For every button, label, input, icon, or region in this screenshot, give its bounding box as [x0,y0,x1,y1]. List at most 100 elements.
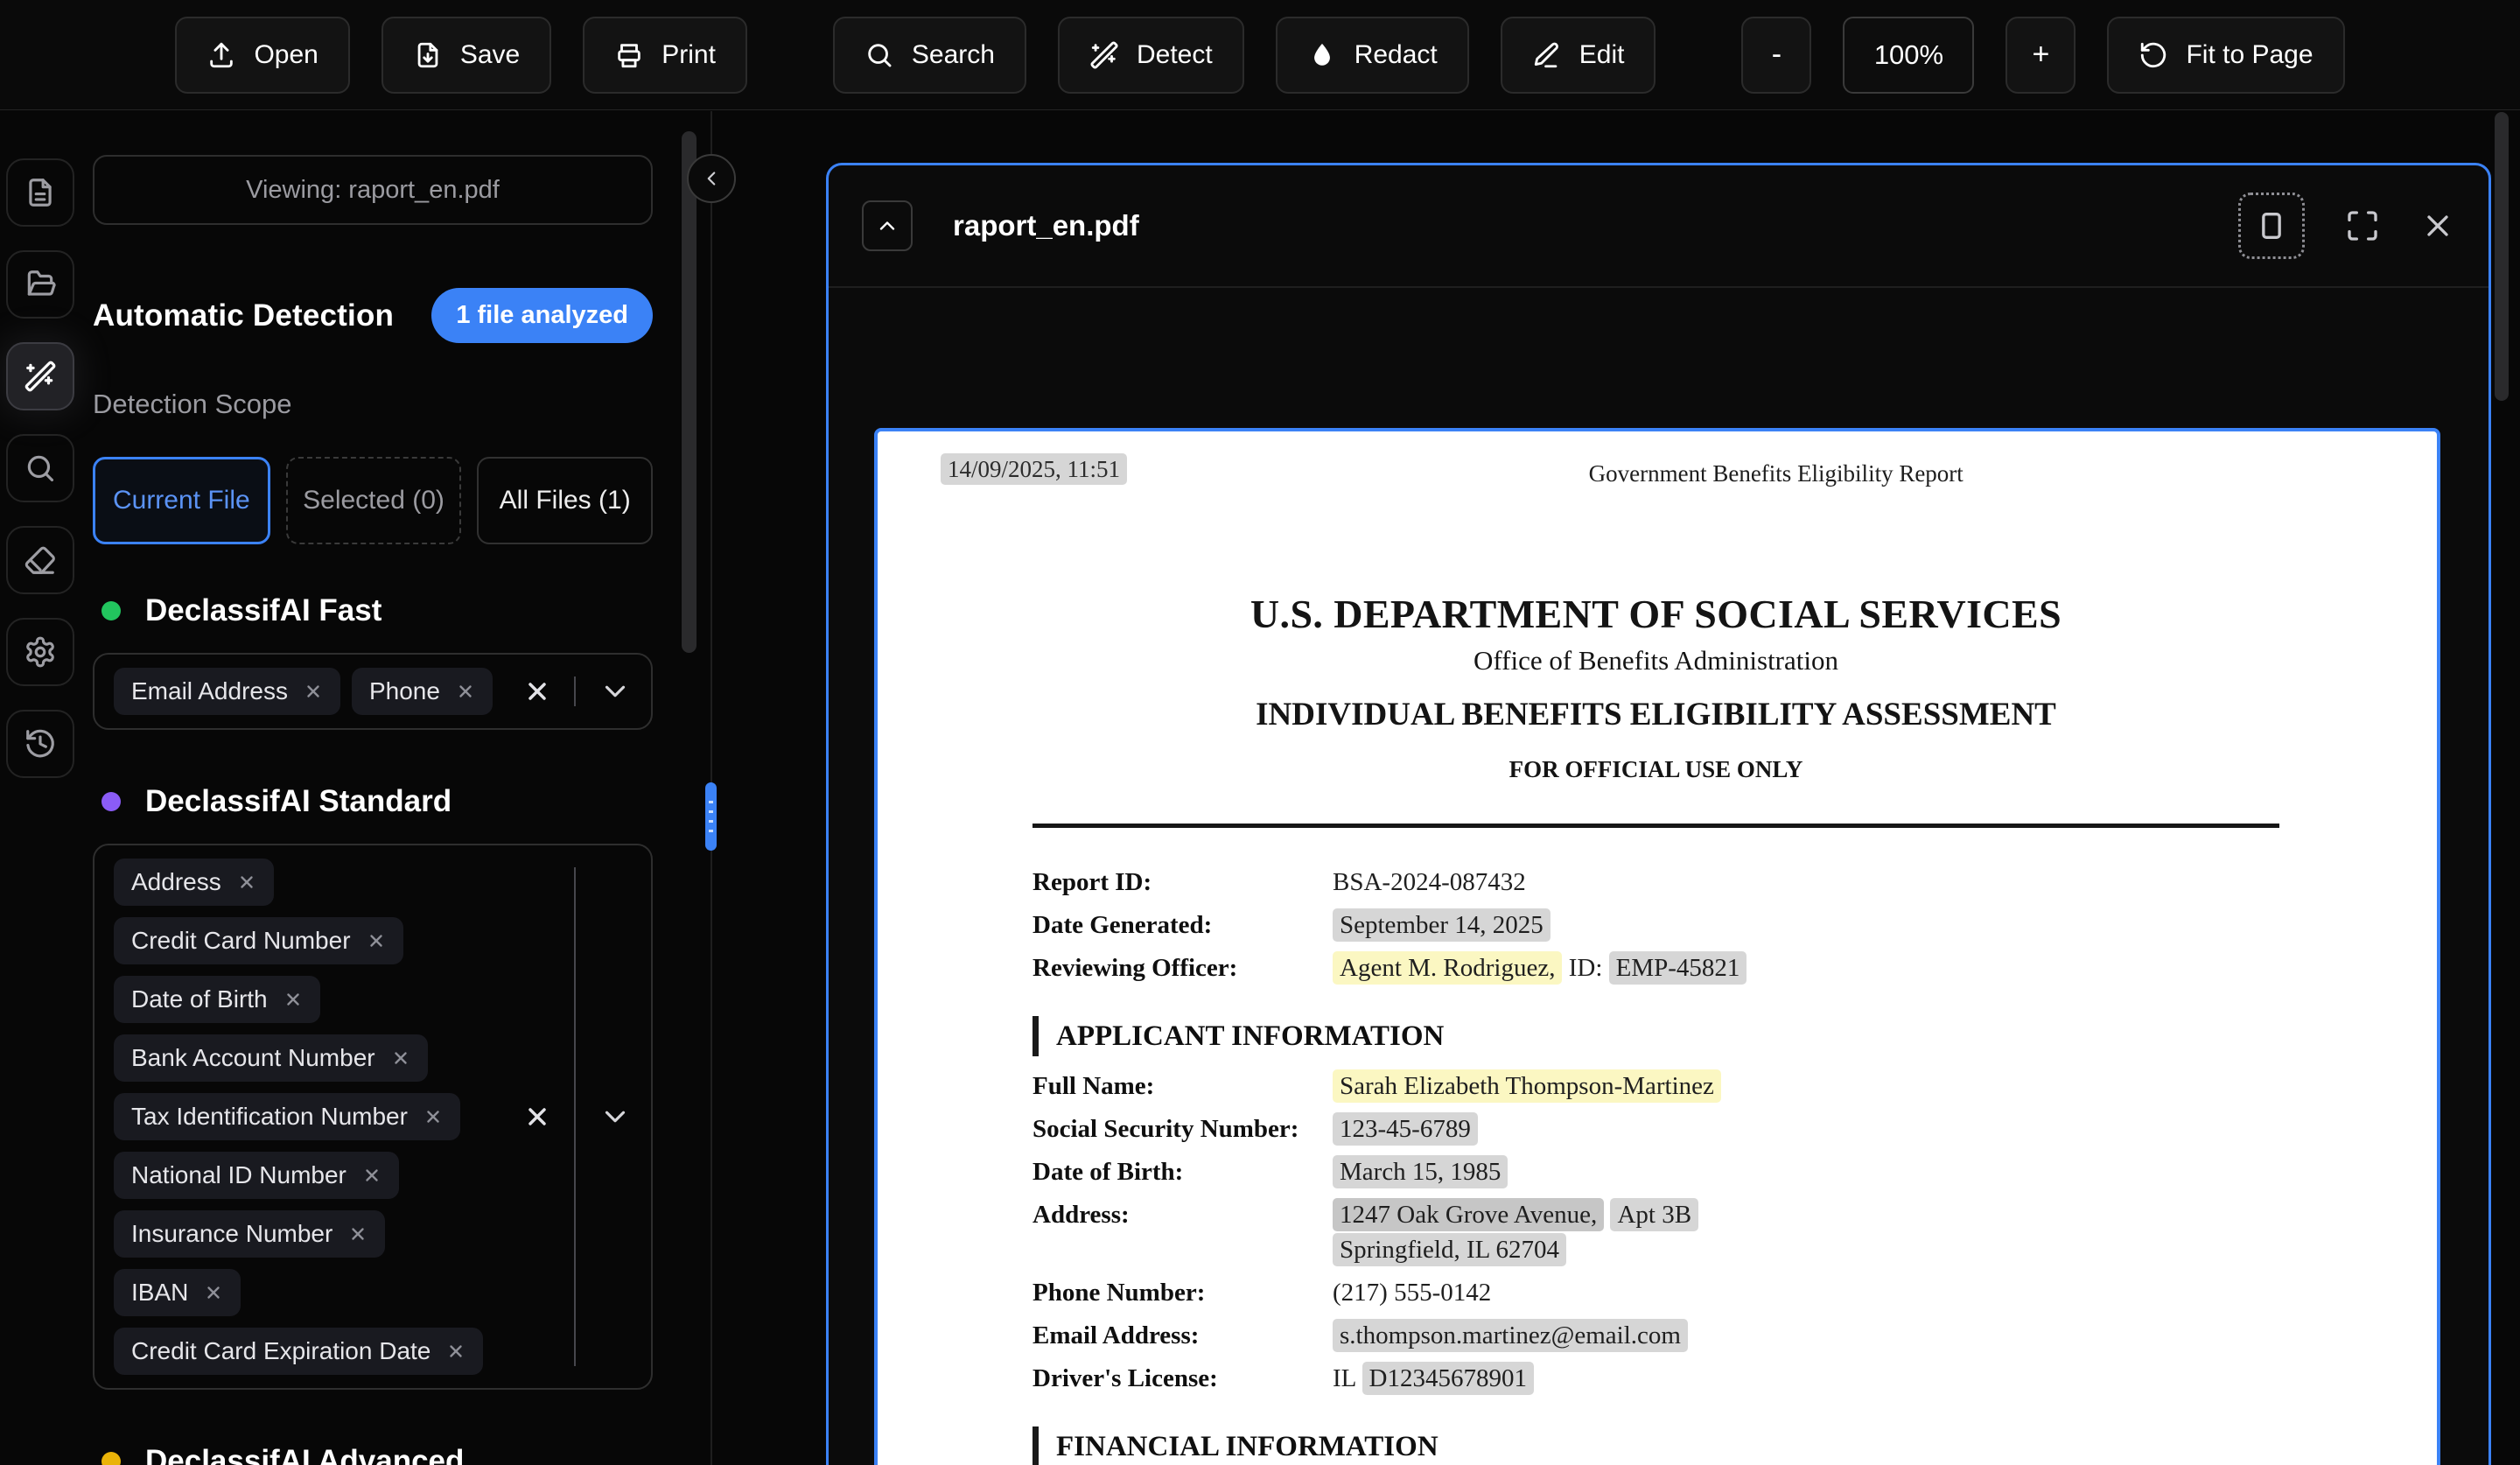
remove-tag-icon[interactable] [362,1166,382,1185]
detection-tag: Tax Identification Number [114,1093,460,1140]
detection-tag: Credit Card Number [114,917,403,964]
remove-tag-icon[interactable] [304,682,323,701]
model-header: DeclassifAI Standard [93,784,653,819]
tag-label: Credit Card Number [131,927,351,955]
zoom-out-label: - [1772,38,1782,72]
search-button[interactable]: Search [833,17,1026,94]
document-field-row: Full Name:Sarah Elizabeth Thompson-Marti… [1032,1069,2279,1104]
model-status-dot [102,601,121,620]
close-window-button[interactable] [2420,208,2455,243]
detection-tag: IBAN [114,1269,241,1316]
detection-panel: Viewing: raport_en.pdf Automatic Detecti… [80,111,704,1465]
save-button[interactable]: Save [382,17,551,94]
clear-all-tags-button[interactable] [523,677,551,705]
field-value-line: 1247 Oak Grove Avenue, Apt 3B [1333,1197,2279,1232]
applicant-rows: Full Name:Sarah Elizabeth Thompson-Marti… [1032,1069,2279,1396]
text-segment: BSA-2024-087432 [1333,868,1526,896]
model-status-dot [102,792,121,811]
detected-entity[interactable]: March 15, 1985 [1333,1155,1508,1188]
document-body: U.S. DEPARTMENT OF SOCIAL SERVICES Offic… [878,591,2437,1465]
close-icon [523,1103,551,1131]
zoom-out-button[interactable]: - [1741,17,1811,94]
close-icon [2420,208,2455,243]
pencil-icon [1532,40,1562,70]
detected-entity[interactable]: 123-45-6789 [1333,1112,1478,1146]
tag-controls [516,859,632,1375]
detection-tag: Bank Account Number [114,1034,428,1082]
detected-entity[interactable]: 14/09/2025, 11:51 [941,453,1127,485]
section-bar [1032,1426,1039,1465]
print-title: Government Benefits Eligibility Report [1589,460,1964,487]
rail-history-button[interactable] [6,710,74,778]
remove-tag-icon[interactable] [424,1107,443,1126]
remove-tag-icon[interactable] [367,931,386,950]
redact-button[interactable]: Redact [1276,17,1469,94]
panel-scrollbar-thumb[interactable] [682,131,696,653]
rail-detect-button[interactable] [6,342,74,410]
save-label: Save [460,40,520,70]
detected-entity[interactable]: 1247 Oak Grove Avenue, [1333,1198,1604,1231]
field-value-line: 123-45-6789 [1333,1111,2279,1146]
controls-divider [574,867,576,1366]
detection-tag: Credit Card Expiration Date [114,1328,483,1375]
rail-search-button[interactable] [6,434,74,502]
remove-tag-icon[interactable] [456,682,475,701]
detected-entity[interactable]: September 14, 2025 [1333,908,1550,942]
detected-entity[interactable]: Apt 3B [1610,1198,1698,1231]
ink-droplet-icon [1307,40,1337,70]
field-label: Report ID: [1032,865,1333,900]
chevron-down-icon [598,1100,632,1133]
tag-label: Phone [369,677,440,705]
close-icon [523,677,551,705]
rail-settings-button[interactable] [6,618,74,686]
fullscreen-button[interactable] [2345,208,2380,243]
field-value: s.thompson.martinez@email.com [1333,1318,2279,1353]
print-button[interactable]: Print [583,17,747,94]
detected-entity[interactable]: Sarah Elizabeth Thompson-Martinez [1333,1069,1721,1103]
official-use-label: FOR OFFICIAL USE ONLY [1032,756,2279,783]
rail-documents-button[interactable] [6,158,74,227]
main-scrollbar-thumb[interactable] [2495,112,2509,401]
field-value: Agent M. Rodriguez, ID: EMP-45821 [1333,950,2279,985]
remove-tag-icon[interactable] [237,873,256,892]
detected-entity[interactable]: D12345678901 [1362,1362,1534,1395]
document-field-row: Driver's License:IL D12345678901 [1032,1361,2279,1396]
tag-label: Email Address [131,677,288,705]
tab-all-files[interactable]: All Files (1) [477,457,653,544]
collapse-panel-button[interactable] [687,154,736,203]
rail-eraser-button[interactable] [6,526,74,594]
printer-icon [614,40,644,70]
detected-entity[interactable]: EMP-45821 [1609,951,1747,985]
rail-open-folder-button[interactable] [6,250,74,319]
edit-button[interactable]: Edit [1501,17,1656,94]
detected-entity[interactable]: Springfield, IL 62704 [1333,1233,1566,1266]
expand-tags-button[interactable] [598,675,632,708]
open-button[interactable]: Open [175,17,349,94]
pdf-page[interactable]: 14/09/2025, 11:51 Government Benefits El… [874,428,2440,1465]
remove-tag-icon[interactable] [348,1224,368,1244]
detected-entity[interactable]: s.thompson.martinez@email.com [1333,1319,1688,1352]
model-section-standard: DeclassifAI Standard AddressCredit Card … [93,784,653,1390]
remove-tag-icon[interactable] [284,990,303,1009]
divider-drag-handle[interactable] [705,782,717,851]
zoom-in-label: + [2033,38,2050,72]
remove-tag-icon[interactable] [391,1048,410,1068]
redact-label: Redact [1354,40,1438,70]
text-segment: IL [1333,1364,1362,1392]
expand-tags-button[interactable] [598,1100,632,1133]
zoom-level-display: 100% [1843,17,1974,94]
tab-selected[interactable]: Selected (0) [286,457,462,544]
page-view-button[interactable] [2238,193,2305,259]
clear-all-tags-button[interactable] [523,1103,551,1131]
tab-current-file[interactable]: Current File [93,457,270,544]
remove-tag-icon[interactable] [204,1283,223,1302]
open-label: Open [254,40,318,70]
remove-tag-icon[interactable] [446,1342,466,1361]
zoom-in-button[interactable]: + [2006,17,2076,94]
detected-entity[interactable]: Agent M. Rodriguez, [1333,951,1562,985]
field-label: Phone Number: [1032,1275,1333,1310]
detect-button[interactable]: Detect [1058,17,1244,94]
model-name: DeclassifAI Fast [145,593,382,628]
collapse-window-button[interactable] [862,200,913,251]
fit-to-page-button[interactable]: Fit to Page [2107,17,2344,94]
